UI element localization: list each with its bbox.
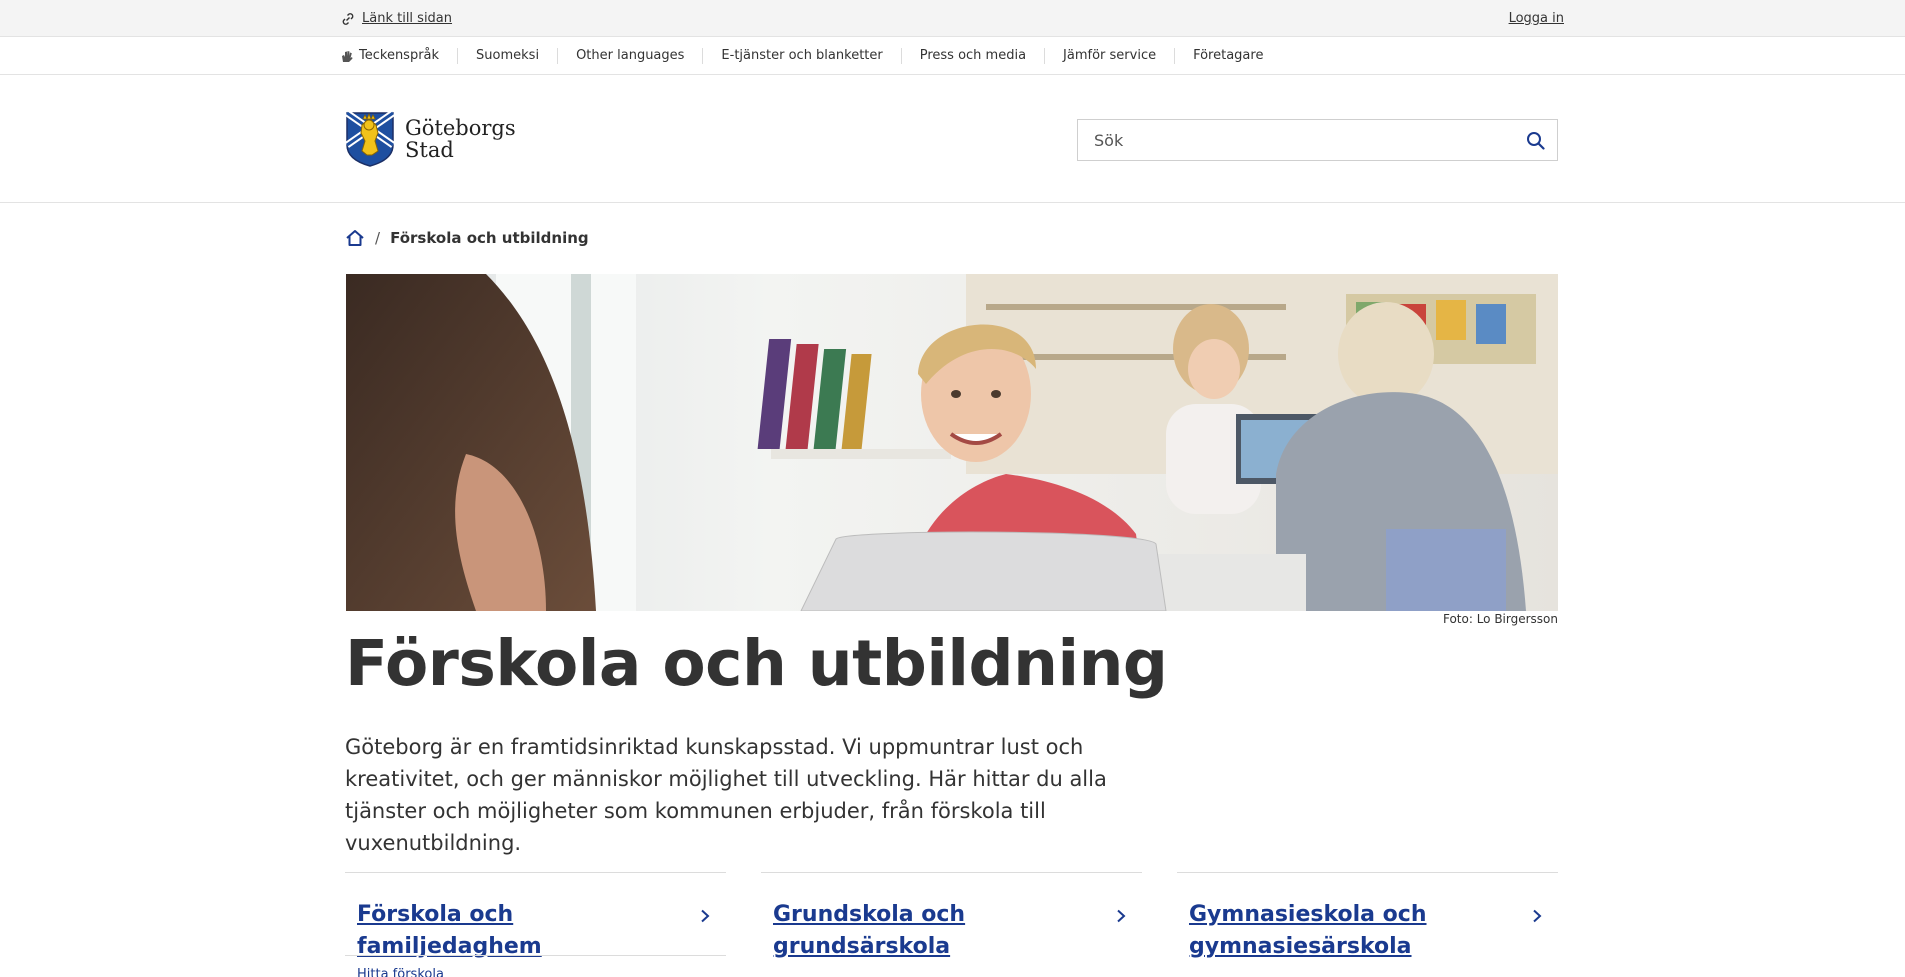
logo-line1: Göteborgs <box>405 116 516 140</box>
login-link[interactable]: Logga in <box>1509 11 1564 26</box>
link-icon <box>342 12 354 25</box>
page: Länk till sidan Logga in Teckenspråk Suo… <box>0 0 1905 977</box>
page-link[interactable]: Länk till sidan <box>340 11 452 27</box>
hero-image <box>346 274 1558 611</box>
nav-item-label: E-tjänster och blanketter <box>721 48 883 63</box>
nav-item-label: Jämför service <box>1063 48 1157 63</box>
card-forskola: Förskola och familjedaghem Hitta förskol… <box>345 872 726 977</box>
card-link[interactable]: Förskola och familjedaghem <box>345 899 726 963</box>
nav-item-other-languages[interactable]: Other languages <box>557 48 702 64</box>
home-icon[interactable] <box>345 229 365 247</box>
breadcrumb-separator: / <box>375 229 381 247</box>
intro-text: Göteborg är en framtidsinriktad kunskaps… <box>345 735 1107 855</box>
breadcrumb: / Förskola och utbildning <box>345 229 589 247</box>
classroom-photo <box>346 274 1558 611</box>
card-link[interactable]: Gymnasieskola och gymnasiesärskola <box>1177 899 1558 963</box>
nav-item-suomeksi[interactable]: Suomeksi <box>457 48 557 64</box>
card-title[interactable]: Grundskola och grundsärskola <box>773 899 1114 963</box>
search-icon <box>1526 131 1545 150</box>
logo-line2: Stad <box>405 138 454 162</box>
secondary-nav: Teckenspråk Suomeksi Other languages E-t… <box>0 37 1905 75</box>
page-link-label[interactable]: Länk till sidan <box>362 11 452 26</box>
nav-item-press[interactable]: Press och media <box>900 48 1044 64</box>
nav-item-label: Suomeksi <box>476 48 540 63</box>
nav-item-label: Press och media <box>919 48 1027 63</box>
utility-bar: Länk till sidan Logga in <box>0 0 1905 37</box>
hand-sign-icon <box>342 51 353 62</box>
site-header: Göteborgs Stad <box>0 75 1905 203</box>
site-logo[interactable]: Göteborgs Stad <box>345 111 516 167</box>
search-input[interactable] <box>1078 120 1513 160</box>
chevron-right-icon <box>1533 909 1542 923</box>
logo-text: Göteborgs Stad <box>405 117 516 161</box>
card-link[interactable]: Grundskola och grundsärskola <box>761 899 1142 963</box>
chevron-right-icon <box>1117 909 1126 923</box>
breadcrumb-current: Förskola och utbildning <box>390 229 589 247</box>
nav-item-label: Other languages <box>576 48 685 63</box>
card-grundskola: Grundskola och grundsärskola <box>761 872 1142 963</box>
secondary-nav-list: Teckenspråk Suomeksi Other languages E-t… <box>340 37 1281 75</box>
chevron-right-icon <box>701 909 710 923</box>
nav-item-foretagare[interactable]: Företagare <box>1174 48 1281 64</box>
card-gymnasieskola: Gymnasieskola och gymnasiesärskola <box>1177 872 1558 963</box>
card-sub-link[interactable]: Hitta förskola <box>357 967 444 977</box>
nav-item-label: Företagare <box>1193 48 1264 63</box>
card-title[interactable]: Gymnasieskola och gymnasiesärskola <box>1189 899 1530 963</box>
card-title[interactable]: Förskola och familjedaghem <box>357 899 698 963</box>
search-button[interactable] <box>1513 120 1557 160</box>
city-crest-icon <box>345 111 395 167</box>
nav-item-label: Teckenspråk <box>359 48 440 63</box>
nav-item-jamfor-service[interactable]: Jämför service <box>1044 48 1174 64</box>
page-title: Förskola och utbildning <box>345 627 1168 700</box>
photo-credit: Foto: Lo Birgersson <box>1442 612 1558 626</box>
nav-item-e-tjanster[interactable]: E-tjänster och blanketter <box>702 48 900 64</box>
card-divider <box>345 955 726 956</box>
utility-inner: Länk till sidan Logga in <box>340 0 1564 37</box>
nav-item-teckensprak[interactable]: Teckenspråk <box>340 48 457 64</box>
category-cards: Förskola och familjedaghem Hitta förskol… <box>345 872 1558 977</box>
search-box <box>1077 119 1558 161</box>
